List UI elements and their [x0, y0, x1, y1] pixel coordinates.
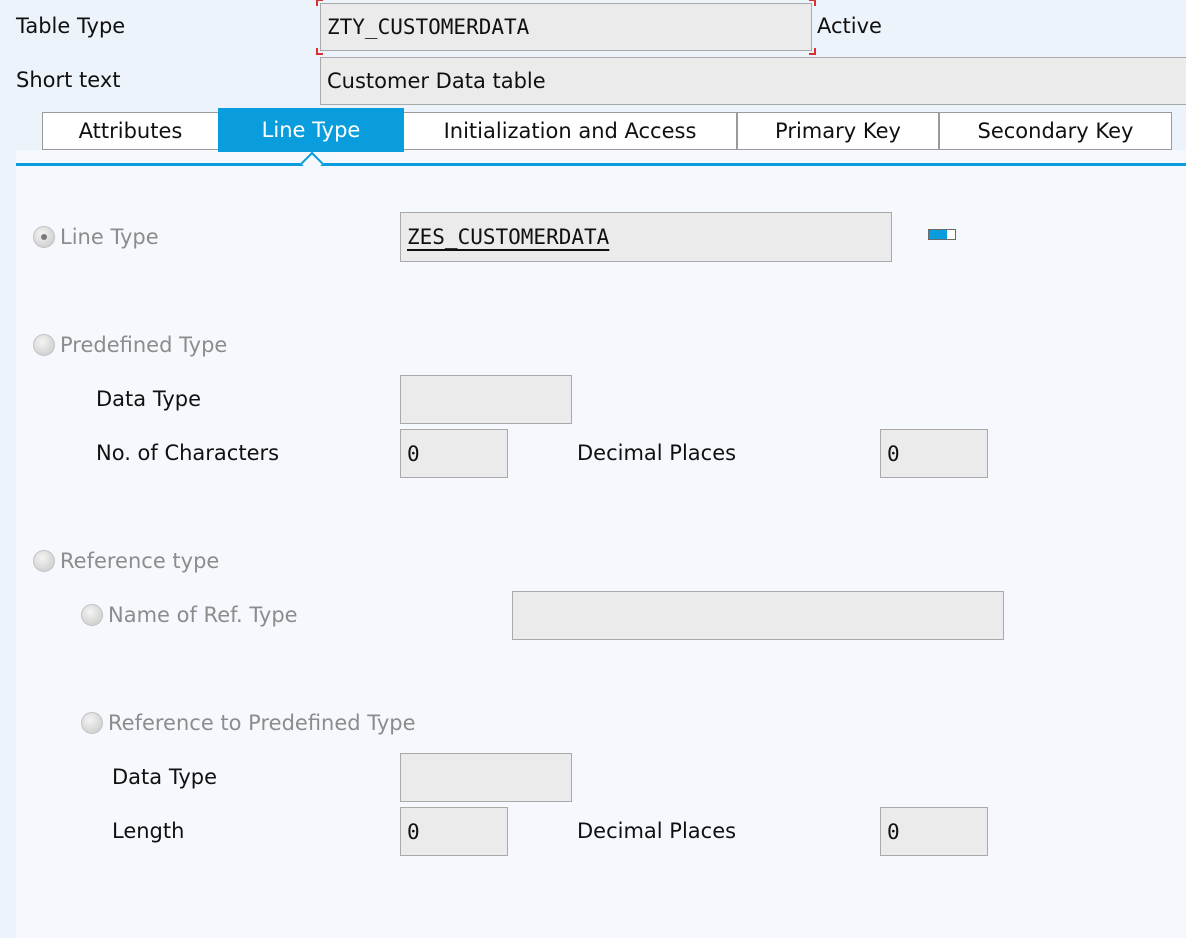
focus-corner — [809, 48, 816, 55]
reference-to-predefined-type-radio[interactable] — [81, 712, 103, 734]
name-of-ref-type-field[interactable] — [512, 591, 1004, 640]
data-type-label: Data Type — [96, 387, 202, 411]
reference-type-radio-label: Reference type — [60, 549, 220, 573]
tab-label: Initialization and Access — [443, 119, 697, 143]
line-type-value: ZES_CUSTOMERDATA — [407, 225, 610, 249]
short-text-field[interactable]: Customer Data table — [320, 57, 1186, 105]
reference-to-predefined-type-label: Reference to Predefined Type — [108, 711, 416, 735]
tab-primary-key[interactable]: Primary Key — [737, 112, 939, 150]
table-type-label: Table Type — [16, 14, 126, 38]
radio-selected-dot — [41, 234, 47, 240]
ref-data-type-label: Data Type — [112, 765, 218, 789]
decimal-places-label: Decimal Places — [577, 441, 737, 465]
name-of-ref-type-radio[interactable] — [81, 604, 103, 626]
tab-attributes[interactable]: Attributes — [42, 112, 219, 150]
ref-decimal-places-field[interactable]: 0 — [880, 807, 988, 856]
tab-initialization-and-access[interactable]: Initialization and Access — [403, 112, 737, 150]
structure-display-icon[interactable] — [928, 229, 956, 240]
name-of-ref-type-label: Name of Ref. Type — [108, 603, 298, 627]
tab-secondary-key[interactable]: Secondary Key — [939, 112, 1172, 150]
predefined-type-radio[interactable] — [33, 334, 55, 356]
focus-corner — [316, 48, 323, 55]
reference-type-radio[interactable] — [33, 550, 55, 572]
decimal-places-field[interactable]: 0 — [880, 429, 988, 478]
ref-data-type-field[interactable] — [400, 753, 572, 802]
line-type-radio-label: Line Type — [60, 225, 159, 249]
tab-label: Line Type — [261, 118, 361, 142]
focus-corner — [316, 0, 323, 6]
ref-decimal-places-label: Decimal Places — [577, 819, 737, 843]
predefined-type-radio-label: Predefined Type — [60, 333, 228, 357]
length-label: Length — [112, 819, 185, 843]
no-of-characters-field[interactable]: 0 — [400, 429, 508, 478]
structure-display-icon-fill — [929, 230, 947, 239]
short-text-label: Short text — [16, 68, 121, 92]
focus-corner — [809, 0, 816, 6]
table-type-field[interactable]: ZTY_CUSTOMERDATA — [320, 3, 812, 51]
tab-label: Attributes — [78, 119, 183, 143]
tab-underline — [16, 163, 1186, 166]
line-type-field[interactable]: ZES_CUSTOMERDATA — [400, 212, 892, 262]
length-field[interactable]: 0 — [400, 807, 508, 856]
no-of-characters-label: No. of Characters — [96, 441, 280, 465]
tab-label: Secondary Key — [977, 119, 1134, 143]
tab-line-type[interactable]: Line Type — [218, 108, 404, 152]
status-text: Active — [817, 14, 882, 38]
data-type-field[interactable] — [400, 375, 572, 424]
tab-label: Primary Key — [775, 119, 901, 143]
tab-strip: Attributes Initialization and Access Pri… — [42, 108, 1172, 152]
line-type-radio[interactable] — [33, 226, 55, 248]
